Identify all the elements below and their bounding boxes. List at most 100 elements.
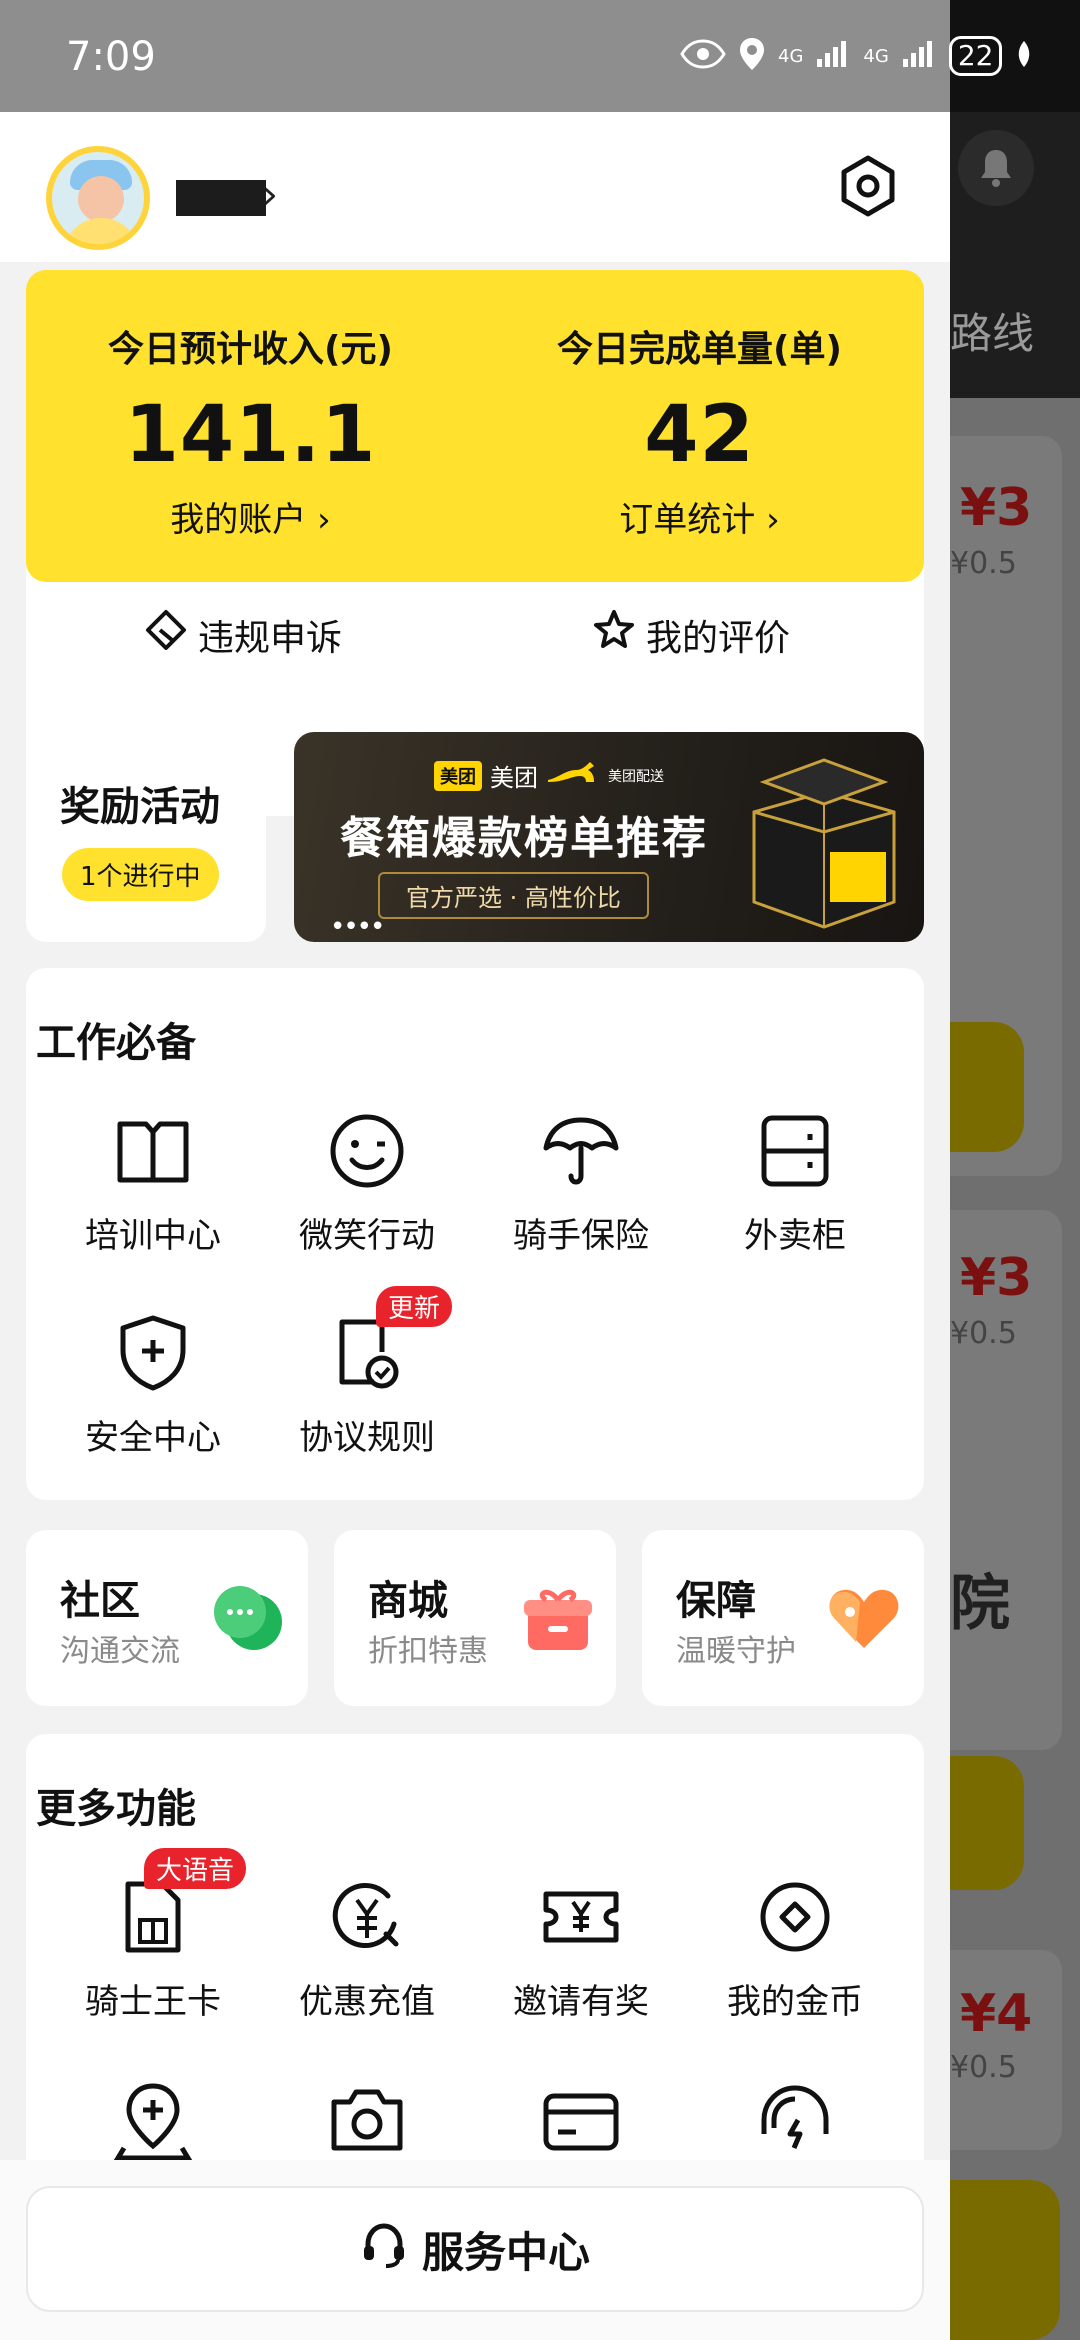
leaf-icon — [1014, 39, 1034, 73]
helmet-bolt-icon — [752, 2078, 838, 2164]
bg-price: ¥3 — [960, 478, 1033, 538]
smile-icon — [324, 1108, 410, 1194]
locker-icon — [752, 1108, 838, 1194]
signal-label: 4G — [863, 45, 889, 67]
signal-icon — [815, 39, 851, 73]
appeal-button[interactable]: 违规申诉 — [144, 608, 342, 661]
appeal-icon — [144, 608, 188, 661]
invite-reward-item[interactable]: 邀请有奖 — [474, 1874, 688, 2023]
delivery-box-image — [734, 752, 914, 932]
service-center-label: 服务中心 — [421, 2227, 590, 2277]
battery-swap-item[interactable] — [688, 2078, 902, 2164]
tile-title: 社区 — [60, 1578, 140, 1624]
avatar[interactable] — [46, 146, 150, 250]
rider-king-card-item[interactable]: 大语音 骑士王卡 — [46, 1848, 260, 2023]
add-location-item[interactable] — [46, 2078, 260, 2164]
agreement-rules-item[interactable]: 更新 协议规则 — [260, 1286, 474, 1459]
bg-button — [950, 2180, 1060, 2340]
profile-chevron[interactable]: › — [262, 172, 278, 218]
tile-subtitle: 温暖守护 — [676, 1634, 796, 1669]
item-label: 优惠充值 — [299, 1982, 435, 2022]
item-label: 邀请有奖 — [513, 1982, 649, 2022]
side-drawer: › 今日预计收入(元) 141.1 我的账户 › 今日完成单量(单) 42 订单… — [0, 112, 950, 2340]
orders-value: 42 — [644, 390, 755, 480]
order-stats-link[interactable]: 订单统计 › — [475, 492, 924, 541]
username-redacted[interactable] — [176, 180, 266, 216]
status-bar: 7:09 4G 4G 22 — [0, 0, 1080, 112]
background-app: 路线 ¥3 ¥0.5 ¥3 ¥0.5 院 ¥4 ¥0.5 — [950, 0, 1080, 2340]
add-location-icon — [110, 2078, 196, 2164]
camera-item[interactable] — [260, 2078, 474, 2164]
tile-subtitle: 沟通交流 — [60, 1634, 180, 1669]
profile-header: › — [0, 112, 950, 262]
my-reviews-button[interactable]: 我的评价 — [592, 608, 790, 661]
earnings-panel: 今日预计收入(元) 141.1 我的账户 › 今日完成单量(单) 42 订单统计… — [26, 270, 924, 582]
protection-tile[interactable]: 保障 温暖守护 — [642, 1530, 924, 1706]
food-locker-item[interactable]: 外卖柜 — [688, 1108, 902, 1257]
signal-label: 4G — [778, 45, 804, 67]
mall-tile[interactable]: 商城 折扣特惠 — [334, 1530, 616, 1706]
delivery-logo-text: 美团配送 — [608, 768, 664, 785]
tile-subtitle: 折扣特惠 — [368, 1634, 488, 1669]
community-tile[interactable]: 社区 沟通交流 — [26, 1530, 308, 1706]
camera-icon — [324, 2078, 410, 2164]
item-label: 安全中心 — [85, 1418, 221, 1458]
item-label: 微笑行动 — [299, 1216, 435, 1256]
training-center-item[interactable]: 培训中心 — [46, 1108, 260, 1257]
income-column[interactable]: 今日预计收入(元) 141.1 我的账户 › — [26, 270, 475, 582]
smile-action-item[interactable]: 微笑行动 — [260, 1108, 474, 1257]
safety-center-item[interactable]: 安全中心 — [46, 1310, 260, 1459]
heart-icon — [826, 1582, 902, 1656]
notification-bell-icon[interactable] — [958, 130, 1034, 206]
rewards-card[interactable]: 奖励活动 1个进行中 — [26, 732, 266, 942]
sim-card-icon: 大语音 — [110, 1848, 247, 1960]
item-label: 骑手保险 — [513, 1216, 649, 1256]
meituan-logo: 美团 — [434, 760, 482, 791]
bg-subprice: ¥0.5 — [950, 2050, 1017, 2085]
item-label: 培训中心 — [85, 1216, 221, 1256]
yuan-coin-icon — [324, 1874, 410, 1960]
service-center-button[interactable]: 服务中心 — [26, 2186, 924, 2312]
document-check-icon: 更新 — [324, 1286, 453, 1396]
banner-brand: 美团 — [490, 764, 538, 792]
bank-card-icon — [538, 2078, 624, 2164]
bg-price: ¥4 — [960, 1984, 1033, 2044]
settings-gear-icon[interactable] — [836, 154, 900, 218]
discount-topup-item[interactable]: 优惠充值 — [260, 1874, 474, 2023]
account-link[interactable]: 我的账户 › — [26, 492, 475, 541]
bg-button — [950, 1756, 1024, 1890]
reviews-label: 我的评价 — [646, 617, 791, 659]
appeal-label: 违规申诉 — [198, 617, 343, 659]
battery-indicator: 22 — [948, 36, 1003, 76]
orders-column[interactable]: 今日完成单量(单) 42 订单统计 › — [475, 270, 924, 582]
ticket-icon — [538, 1874, 624, 1960]
bg-subprice: ¥0.5 — [950, 546, 1017, 581]
item-label: 我的金币 — [727, 1982, 863, 2022]
tile-title: 商城 — [368, 1578, 448, 1624]
income-value: 141.1 — [124, 390, 377, 480]
my-coins-item[interactable]: 我的金币 — [688, 1874, 902, 2023]
rewards-badge: 1个进行中 — [62, 848, 219, 901]
bg-yard-label: 院 — [950, 1569, 1010, 1639]
star-icon — [592, 608, 636, 661]
tile-title: 保障 — [676, 1578, 756, 1624]
chat-bubble-icon — [210, 1582, 286, 1658]
headset-icon — [360, 2220, 408, 2278]
rider-insurance-item[interactable]: 骑手保险 — [474, 1108, 688, 1257]
item-label: 骑士王卡 — [85, 1982, 221, 2022]
update-tag: 更新 — [376, 1286, 453, 1327]
location-icon — [738, 36, 766, 76]
income-label: 今日预计收入(元) — [108, 329, 393, 370]
bg-route-label: 路线 — [950, 309, 1035, 358]
eye-icon — [680, 39, 726, 73]
bank-card-item[interactable] — [474, 2078, 688, 2164]
item-label: 协议规则 — [299, 1418, 435, 1458]
signal-icon — [901, 39, 937, 73]
bg-subprice: ¥0.5 — [950, 1316, 1017, 1351]
shield-icon — [110, 1310, 196, 1396]
umbrella-icon — [538, 1108, 624, 1194]
voice-tag: 大语音 — [144, 1848, 247, 1889]
banner-subtitle: 官方严选 · 高性价比 — [378, 872, 649, 919]
promo-banner[interactable]: 美团 美团 美团配送 餐箱爆款榜单推荐 官方严选 · 高性价比 •••• — [294, 732, 924, 942]
work-essentials-title: 工作必备 — [36, 1020, 196, 1066]
